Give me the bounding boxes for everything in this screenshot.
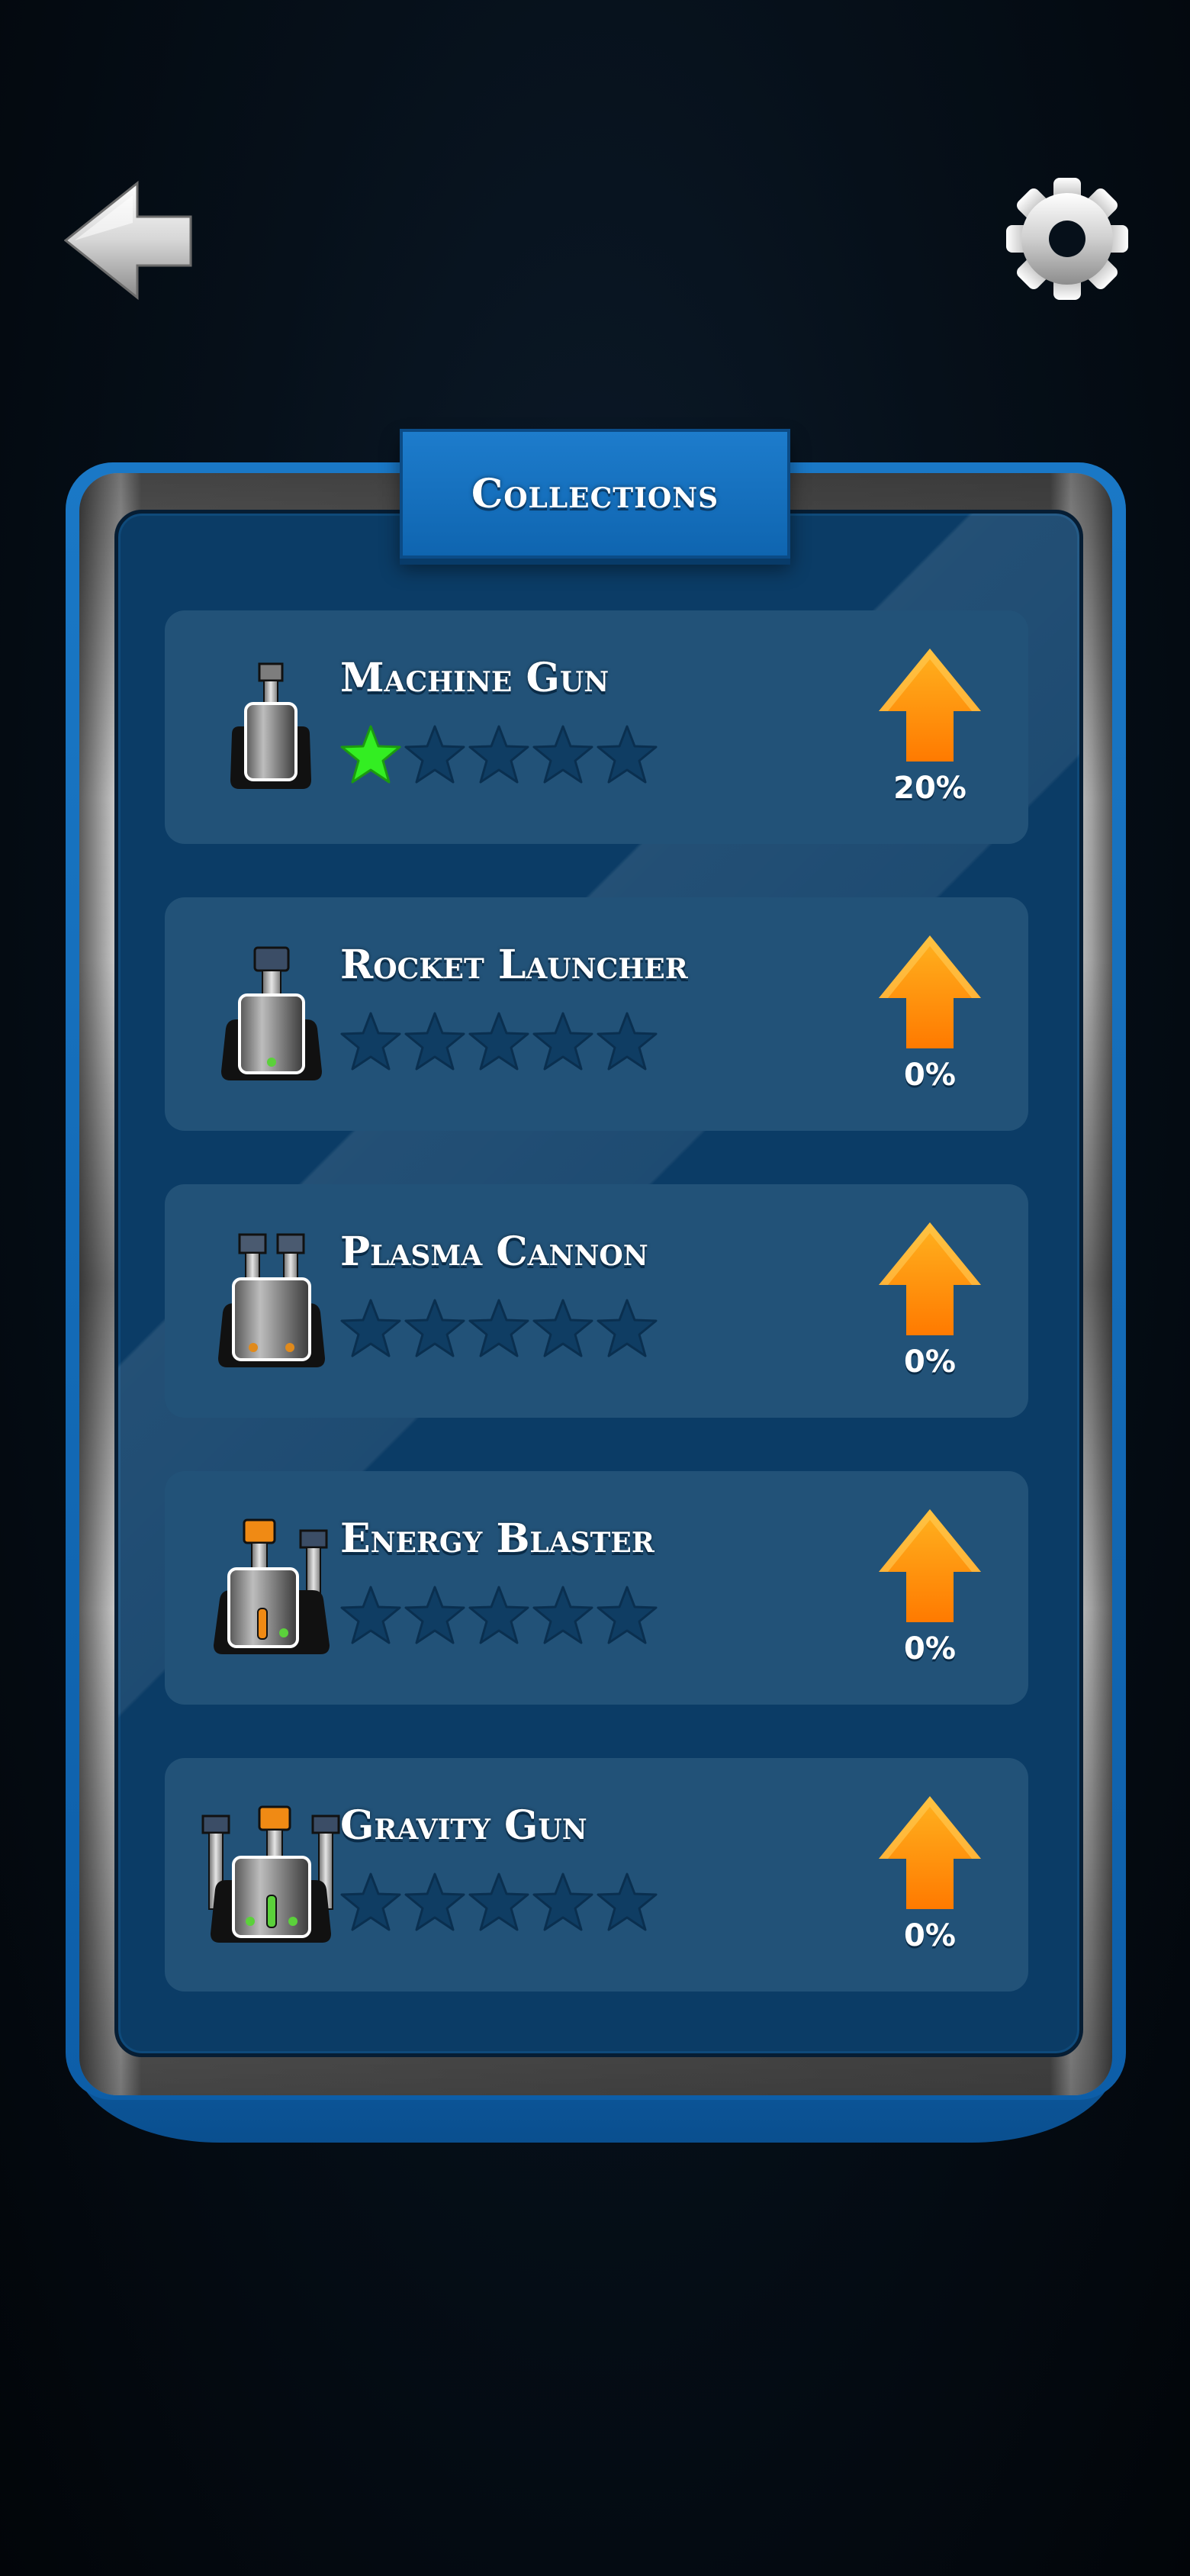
weapon-row[interactable]: Gravity Gun 0% [165,1758,1028,1992]
upgrade-progress: 20% [893,771,966,806]
star-empty-icon [339,1010,403,1074]
star-empty-icon [595,1297,659,1361]
star-empty-icon [403,1010,467,1074]
star-rating [339,1871,659,1935]
upgrade-progress: 0% [904,1344,956,1380]
weapon-row[interactable]: Machine Gun 20% [165,610,1028,844]
back-arrow-icon [64,180,192,301]
star-empty-icon [467,723,531,787]
weapon-name: Energy Blaster [340,1515,654,1562]
gravity-gun-turret-icon [198,1805,343,1955]
upgrade-arrow-icon[interactable] [877,1508,983,1624]
star-empty-icon [339,1297,403,1361]
star-empty-icon [339,1584,403,1648]
weapon-name: Machine Gun [340,655,609,701]
star-empty-icon [467,1584,531,1648]
weapon-row[interactable]: Rocket Launcher 0% [165,897,1028,1131]
star-empty-icon [531,1010,595,1074]
upgrade-arrow-icon[interactable] [877,934,983,1050]
weapon-row[interactable]: Plasma Cannon 0% [165,1184,1028,1418]
upgrade-progress: 0% [904,1918,956,1953]
star-empty-icon [595,1010,659,1074]
star-empty-icon [595,1584,659,1648]
plasma-cannon-turret-icon [198,1232,343,1381]
star-empty-icon [531,1297,595,1361]
star-filled-icon [339,723,403,787]
star-rating [339,1297,659,1361]
star-rating [339,1584,659,1648]
energy-blaster-turret-icon [198,1518,343,1668]
upgrade-arrow-icon[interactable] [877,647,983,763]
gear-icon [1006,178,1128,300]
star-empty-icon [403,723,467,787]
star-empty-icon [467,1871,531,1935]
upgrade-progress: 0% [904,1058,956,1093]
panel-title: Collections [471,470,719,517]
star-empty-icon [467,1297,531,1361]
star-empty-icon [595,1871,659,1935]
back-button[interactable] [64,180,194,301]
weapon-name: Gravity Gun [340,1802,587,1849]
star-empty-icon [595,723,659,787]
star-empty-icon [531,1584,595,1648]
weapon-row[interactable]: Energy Blaster 0% [165,1471,1028,1705]
star-empty-icon [339,1871,403,1935]
weapon-name: Rocket Launcher [340,942,688,988]
star-empty-icon [403,1297,467,1361]
star-empty-icon [403,1871,467,1935]
star-rating [339,1010,659,1074]
star-empty-icon [467,1010,531,1074]
settings-button[interactable] [1004,175,1130,302]
star-empty-icon [531,723,595,787]
upgrade-arrow-icon[interactable] [877,1221,983,1337]
rocket-launcher-turret-icon [198,945,343,1094]
star-empty-icon [403,1584,467,1648]
star-empty-icon [531,1871,595,1935]
upgrade-arrow-icon[interactable] [877,1795,983,1911]
star-rating [339,723,659,787]
title-tab: Collections [400,429,790,559]
upgrade-progress: 0% [904,1631,956,1666]
weapon-name: Plasma Cannon [340,1228,648,1275]
machine-gun-turret-icon [198,658,343,807]
